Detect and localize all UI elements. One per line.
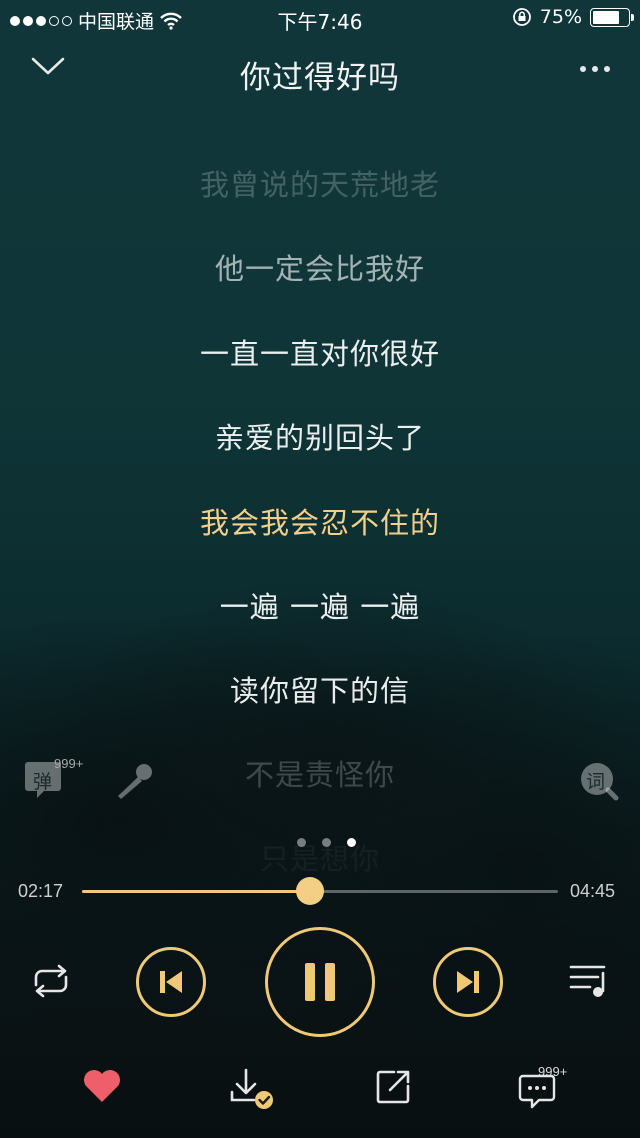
pause-icon — [305, 963, 335, 1001]
playback-progress: 02:17 04:45 — [0, 876, 640, 908]
progress-fill — [82, 890, 311, 893]
heart-icon — [84, 1070, 120, 1102]
battery-icon — [590, 7, 634, 27]
repeat-icon — [34, 964, 68, 998]
next-track-button[interactable] — [433, 947, 503, 1017]
more-dot — [604, 66, 610, 72]
skip-previous-icon — [160, 971, 182, 993]
lyric-line: 读你留下的信 — [229, 674, 410, 708]
status-bar: 中国联通 下午7:46 75% — [0, 0, 640, 36]
lyric-line: 一遍 一遍 一遍 — [219, 590, 421, 624]
comments-button[interactable]: 999+ — [518, 1064, 588, 1118]
more-button[interactable] — [580, 66, 610, 72]
repeat-mode-button[interactable] — [28, 963, 74, 1003]
lyric-line: 我曾说的天荒地老 — [199, 168, 440, 202]
previous-track-button[interactable] — [136, 947, 206, 1017]
more-dot — [592, 66, 598, 72]
comments-count-badge: 999+ — [538, 1064, 568, 1079]
share-button[interactable] — [374, 1068, 412, 1110]
downloaded-icon — [230, 1068, 273, 1109]
lyric-line: 他一定会比我好 — [214, 252, 425, 286]
song-title: 你过得好吗 — [240, 60, 400, 96]
lyric-line: 不是责怪你 — [244, 758, 395, 792]
progress-thumb[interactable] — [296, 877, 325, 905]
share-icon — [376, 1070, 410, 1104]
danmu-button[interactable]: 弹 999+ — [24, 756, 94, 806]
pause-button[interactable] — [265, 927, 375, 1037]
lyric-line: 亲爱的别回头了 — [214, 421, 425, 455]
action-bar: 999+ — [0, 1060, 640, 1120]
microphone-icon — [118, 764, 152, 799]
progress-track[interactable] — [82, 877, 558, 905]
playlist-icon — [569, 965, 606, 997]
danmu-count-badge: 999+ — [54, 756, 84, 771]
like-button[interactable] — [82, 1068, 122, 1108]
battery-percent: 75% — [539, 6, 582, 28]
page-dot[interactable] — [296, 838, 306, 847]
page-indicator[interactable] — [0, 838, 640, 847]
more-dot — [580, 66, 586, 72]
page-dot[interactable] — [346, 838, 356, 847]
rotation-lock-icon — [512, 8, 531, 26]
skip-next-icon — [457, 971, 479, 993]
download-button[interactable] — [228, 1066, 276, 1118]
page-dot[interactable] — [321, 838, 331, 847]
lyric-line-current: 我会我会忍不住的 — [199, 506, 440, 540]
lyric-line: 一直一直对你很好 — [199, 337, 440, 371]
lyrics-mode-label: 词 — [586, 771, 606, 793]
playlist-button[interactable] — [568, 963, 610, 1003]
karaoke-button[interactable] — [112, 762, 154, 806]
playback-controls — [0, 925, 640, 1037]
player-header: 你过得好吗 — [0, 44, 640, 104]
current-time: 02:17 — [18, 881, 64, 901]
lyrics-mode-button[interactable]: 词 — [578, 760, 620, 806]
total-time: 04:45 — [570, 881, 616, 901]
danmu-label: 弹 — [33, 771, 53, 793]
